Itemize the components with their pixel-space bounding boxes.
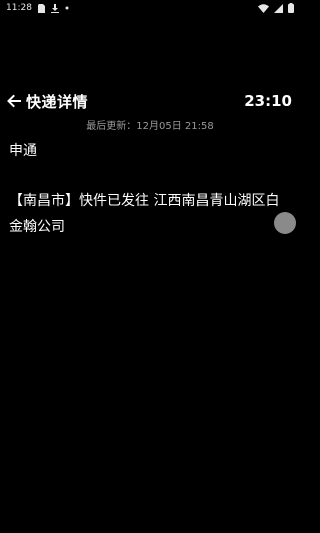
tracking-detail: 【南昌市】快件已发往 江西南昌青山湖区白金翰公司 xyxy=(9,193,280,235)
notification-dot-icon xyxy=(65,6,69,10)
header: 快递详情 23:10 xyxy=(0,86,300,116)
status-bar: 11:28 xyxy=(0,0,300,16)
last-updated-text: 最后更新：12月05日 21:58 xyxy=(86,121,214,132)
clock-display: 23:10 xyxy=(244,92,292,110)
cellular-signal-icon xyxy=(274,3,283,13)
arrow-left-icon[interactable] xyxy=(6,93,22,109)
download-icon xyxy=(50,3,59,13)
status-left: 11:28 xyxy=(6,3,69,13)
sim-card-icon xyxy=(37,3,45,13)
status-right xyxy=(258,3,294,13)
screen: 11:28 快递详情 23:10 最后更新：12月05日 21:58 申通 【南… xyxy=(0,0,300,533)
battery-icon xyxy=(288,3,294,13)
carrier-name: 申通 xyxy=(9,143,37,159)
page-title: 快递详情 xyxy=(26,92,89,111)
wifi-icon xyxy=(258,3,269,13)
floating-assist-button[interactable] xyxy=(274,212,296,234)
status-time: 11:28 xyxy=(6,3,32,13)
